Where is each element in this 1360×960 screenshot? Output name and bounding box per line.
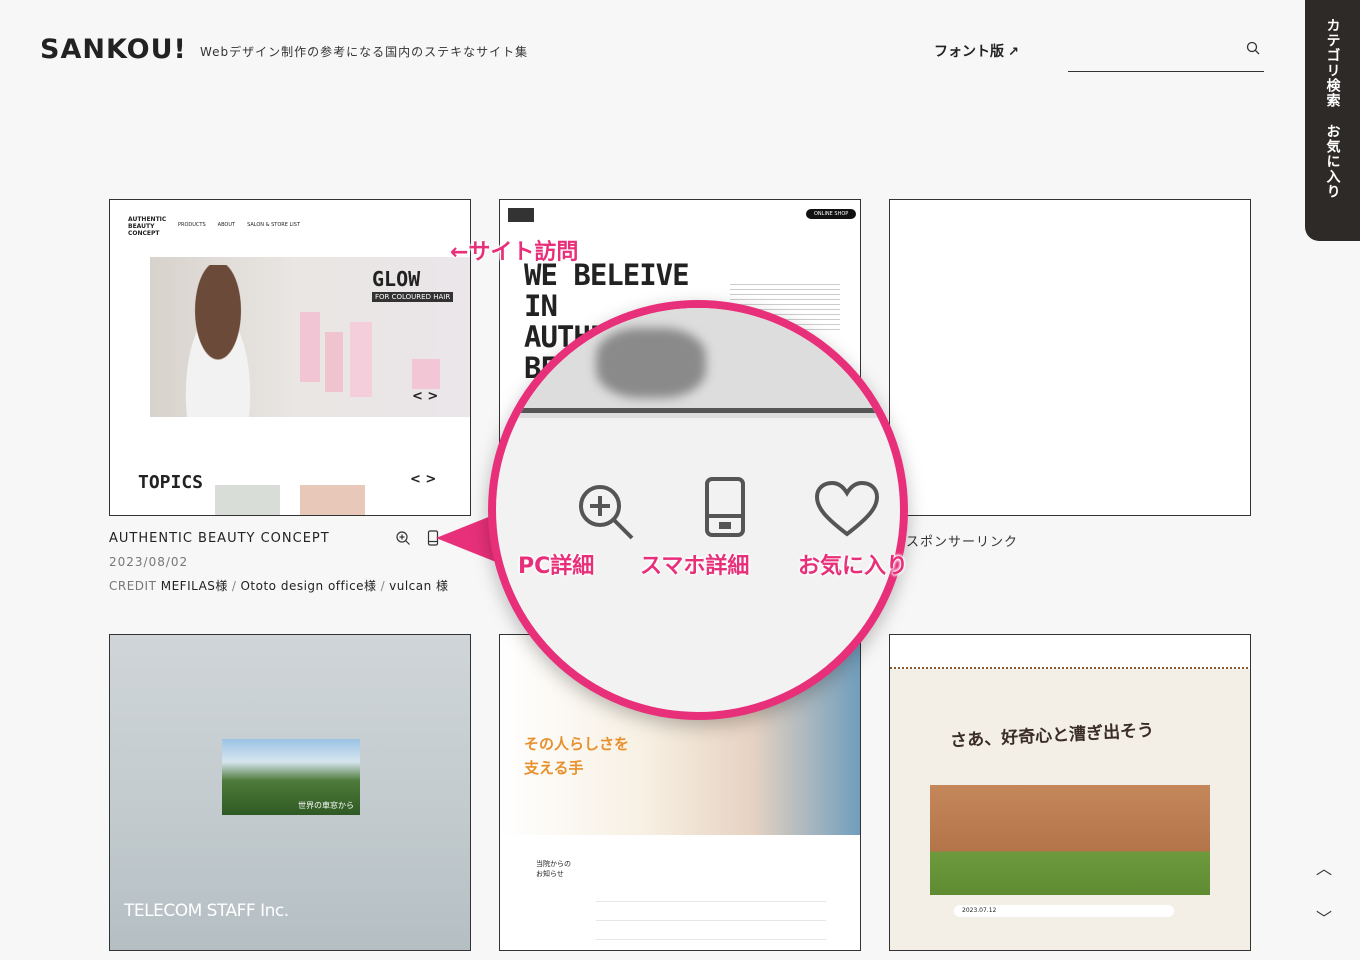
magnifier-lens	[488, 300, 908, 720]
museum-header	[890, 635, 1250, 669]
telecom-title: TELECOM STAFF Inc.	[124, 901, 289, 921]
favorite-callout: お気に入り	[798, 554, 909, 579]
favorites-tab[interactable]: お気に入り	[1323, 124, 1343, 199]
site-date: 2023/08/02	[109, 555, 189, 569]
credit-label: CREDIT	[109, 579, 157, 593]
credit-link[interactable]: MEFILAS様	[161, 579, 228, 593]
search-icon[interactable]	[1246, 41, 1260, 55]
hero-slider-arrows[interactable]: < >	[412, 389, 438, 404]
blurred-shape	[596, 328, 706, 398]
pc-detail-callout: PC詳細	[518, 554, 595, 579]
hero-image: GLOW FOR COLOURED HAIR < >	[150, 257, 470, 417]
card-nav: PRODUCTS ABOUT SALON & STORE LIST	[178, 222, 300, 228]
landscape-photo: 世界の車窓から	[222, 739, 360, 815]
site-card-museum[interactable]: さあ、好奇心と漕ぎ出そう 2023.07.12	[889, 634, 1251, 951]
sponsor-link-label: スポンサーリンク	[906, 535, 1019, 550]
lens-pointer	[436, 514, 496, 562]
lens-heart-icon	[814, 480, 880, 537]
model-figure	[168, 265, 268, 417]
news-list	[596, 883, 826, 943]
museum-building-photo	[930, 785, 1210, 895]
font-version-link[interactable]: フォント版 ↗	[934, 41, 1019, 61]
lens-zoom-icon	[579, 485, 634, 540]
external-link-icon: ↗	[1008, 45, 1019, 60]
site-tagline: Webデザイン制作の参考になる国内のステキなサイト集	[200, 45, 529, 59]
nav-products: PRODUCTS	[178, 222, 206, 228]
product-bottle	[300, 312, 320, 382]
blurred-edge	[516, 403, 876, 413]
news-title-line: お知らせ	[536, 870, 564, 878]
pc-detail-zoom-icon[interactable]	[395, 530, 411, 546]
visit-site-callout: ←サイト訪問	[450, 240, 579, 265]
sp-detail-callout: スマホ詳細	[640, 554, 750, 579]
hospital-headline-2: 支える手	[524, 759, 584, 777]
scroll-up-button[interactable]: ︿	[1316, 855, 1332, 879]
museum-headline: さあ、好奇心と漕ぎ出そう	[949, 720, 1155, 752]
category-search-tab[interactable]: カテゴリ検索	[1323, 18, 1343, 108]
site-logo[interactable]: SANKOU!	[40, 34, 187, 65]
topic-thumb	[300, 485, 365, 515]
site-credits: CREDIT MEFILAS様 / Ototo design office様 / vul…	[109, 577, 449, 594]
scroll-down-button[interactable]: ﹀	[1316, 905, 1332, 929]
glow-title: GLOW	[372, 267, 421, 291]
glow-subtitle: FOR COLOURED HAIR	[372, 292, 454, 302]
credit-separator: /	[380, 579, 386, 593]
site-card-telecom-staff[interactable]: 世界の車窓から TELECOM STAFF Inc.	[109, 634, 471, 951]
card-logo	[508, 208, 534, 222]
nav-about: ABOUT	[217, 222, 236, 228]
topic-thumb	[215, 485, 280, 515]
credit-link[interactable]: vulcan 様	[389, 579, 448, 593]
lens-phone-icon	[705, 477, 745, 537]
photo-caption: 世界の車窓から	[298, 801, 354, 810]
search-box	[1068, 38, 1264, 72]
product-jar	[412, 359, 440, 389]
lens-blurred-photo	[496, 308, 900, 418]
hospital-headline-1: その人らしさを	[524, 735, 630, 753]
nav-salon: SALON & STORE LIST	[247, 222, 301, 228]
credit-separator: /	[231, 579, 237, 593]
topics-heading: TOPICS	[138, 472, 204, 493]
site-title[interactable]: AUTHENTIC BEAUTY CONCEPT	[109, 531, 330, 546]
font-version-label: フォント版	[934, 44, 1004, 60]
site-card-authentic-beauty[interactable]: AUTHENTIC BEAUTY CONCEPT PRODUCTS ABOUT …	[109, 199, 471, 516]
news-title-line: 当院からの	[536, 860, 571, 868]
topics-arrows[interactable]: < >	[410, 472, 436, 487]
online-shop-button: ONLINE SHOP	[806, 209, 857, 219]
site-header: SANKOU! Webデザイン制作の参考になる国内のステキなサイト集 フォント版…	[0, 0, 1300, 100]
credit-link[interactable]: Ototo design office様	[240, 579, 376, 593]
ad-card[interactable]	[889, 199, 1251, 516]
product-bottle	[325, 332, 343, 392]
product-bottle	[350, 322, 372, 397]
card-brand-logo: AUTHENTIC BEAUTY CONCEPT	[128, 216, 167, 237]
news-title: 当院からの お知らせ	[536, 859, 571, 879]
museum-news-bar: 2023.07.12	[954, 905, 1174, 917]
side-rail: カテゴリ検索 お気に入り	[1305, 0, 1360, 241]
search-input[interactable]	[1068, 38, 1238, 68]
